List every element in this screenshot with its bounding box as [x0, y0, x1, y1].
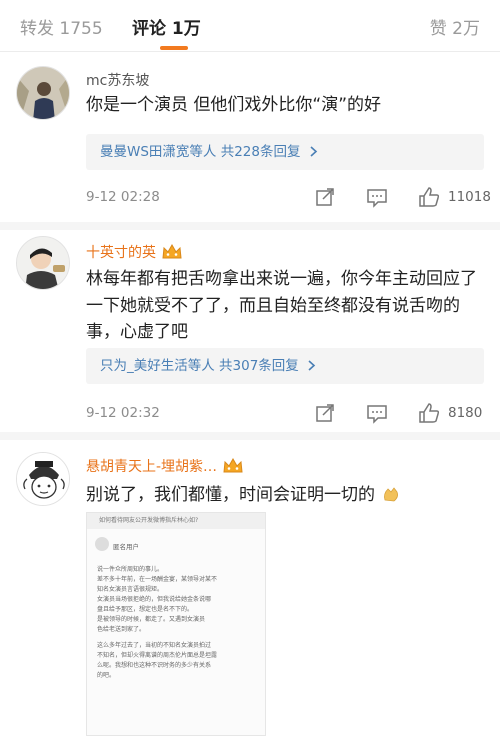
crown-badge-icon	[162, 243, 182, 264]
reply-summary[interactable]: 曼曼WS田潇宽等人 共228条回复	[86, 134, 484, 170]
tab-likes[interactable]: 赞 2万	[430, 14, 480, 39]
tab-comments[interactable]: 评论 1万	[132, 14, 201, 39]
comment-text: 林每年都有把舌吻拿出来说一遍，你今年主动回应了一下她就受不了了，而且自始至终都没…	[86, 269, 477, 342]
like-count: 8180	[448, 405, 483, 421]
embedded-line: 盘且给予那区，想定也是名不下的。	[97, 606, 194, 613]
comment-item: mc苏东坡 你是一个演员 但他们戏外比你“演”的好 曼曼WS田潇宽等人 共228…	[0, 52, 500, 226]
embedded-avatar	[95, 537, 109, 551]
embedded-line: 知名女演员言语很规矩。	[97, 586, 164, 593]
embedded-line: 女演员当场很拒绝的，但我说给她金条说哪	[97, 596, 212, 603]
comment-icon[interactable]	[366, 402, 388, 424]
avatar[interactable]	[16, 236, 70, 290]
tab-repost[interactable]: 转发 1755	[20, 14, 103, 39]
comment-time: 9-12 02:32	[86, 405, 160, 421]
share-icon[interactable]	[314, 402, 336, 424]
clap-emoji-icon	[375, 485, 400, 505]
active-tab-indicator	[160, 46, 188, 50]
comment-time: 9-12 02:28	[86, 189, 160, 205]
share-icon[interactable]	[314, 186, 336, 208]
comment-item: 十英寸的英 林每年都有把舌吻拿出来说一遍，你今年主动回应了一下她就受不了了，而且…	[0, 230, 500, 428]
embedded-line: 这么多年过去了，当初的不知名女演员拍过	[97, 642, 212, 649]
comment-username-text: 十英寸的英	[86, 245, 156, 261]
divider	[0, 432, 500, 440]
reply-summary-text: 只为_美好生活等人 共307条回复	[100, 358, 299, 374]
embedded-title: 如何看待网友公开发微博指斥林心如?	[87, 513, 265, 529]
reply-summary[interactable]: 只为_美好生活等人 共307条回复	[86, 348, 484, 384]
comment-meta: 9-12 02:32 8180	[86, 402, 486, 426]
comment-text: 你是一个演员 但他们戏外比你“演”的好	[86, 95, 382, 115]
comment-text-content: 别说了，我们都懂，时间会证明一切的	[86, 485, 375, 505]
chevron-right-icon	[304, 144, 317, 160]
chevron-right-icon	[303, 358, 316, 374]
avatar[interactable]	[16, 66, 70, 120]
embedded-line: 说一件众所周知的事儿。	[97, 566, 164, 573]
comment-username[interactable]: mc苏东坡	[86, 70, 149, 90]
comment-username[interactable]: 悬胡青天上-埋胡紫…	[86, 456, 243, 478]
comment-icon[interactable]	[366, 186, 388, 208]
comment-username[interactable]: 十英寸的英	[86, 242, 182, 264]
embedded-line: 色给老送到家了。	[97, 626, 146, 633]
embedded-line: 不知名，但却火得离谱的周杰伦片面总是坦露	[97, 652, 218, 659]
divider	[0, 222, 500, 230]
comment-username-text: 悬胡青天上-埋胡紫…	[86, 459, 218, 475]
like-count: 11018	[448, 189, 491, 205]
comment-text: 别说了，我们都懂，时间会证明一切的	[86, 482, 486, 509]
embedded-body: 说一件众所周知的事儿。 差不多十年前，在一场酬金宴，某领导对某不 知名女演员言语…	[97, 565, 257, 681]
embedded-line: 的吧。	[97, 672, 116, 679]
embedded-line: 是被领导的时候，都走了。又遇到女演员	[97, 616, 206, 623]
avatar[interactable]	[16, 452, 70, 506]
comment-tab-bar: 转发 1755 评论 1万 赞 2万	[0, 0, 500, 52]
reply-summary-text: 曼曼WS田潇宽等人 共228条回复	[100, 144, 301, 160]
crown-badge-icon	[223, 457, 243, 478]
comment-meta: 9-12 02:28 11018	[86, 186, 491, 210]
embedded-username: 匿名用户	[113, 543, 139, 551]
comment-image[interactable]: 如何看待网友公开发微博指斥林心如? 匿名用户 说一件众所周知的事儿。 差不多十年…	[86, 512, 266, 736]
embedded-line: 么呢。我想和也这种不识时务的多少有关系	[97, 662, 212, 669]
thumbs-up-icon[interactable]	[418, 186, 440, 208]
embedded-line: 差不多十年前，在一场酬金宴，某领导对某不	[97, 576, 218, 583]
thumbs-up-icon[interactable]	[418, 402, 440, 424]
